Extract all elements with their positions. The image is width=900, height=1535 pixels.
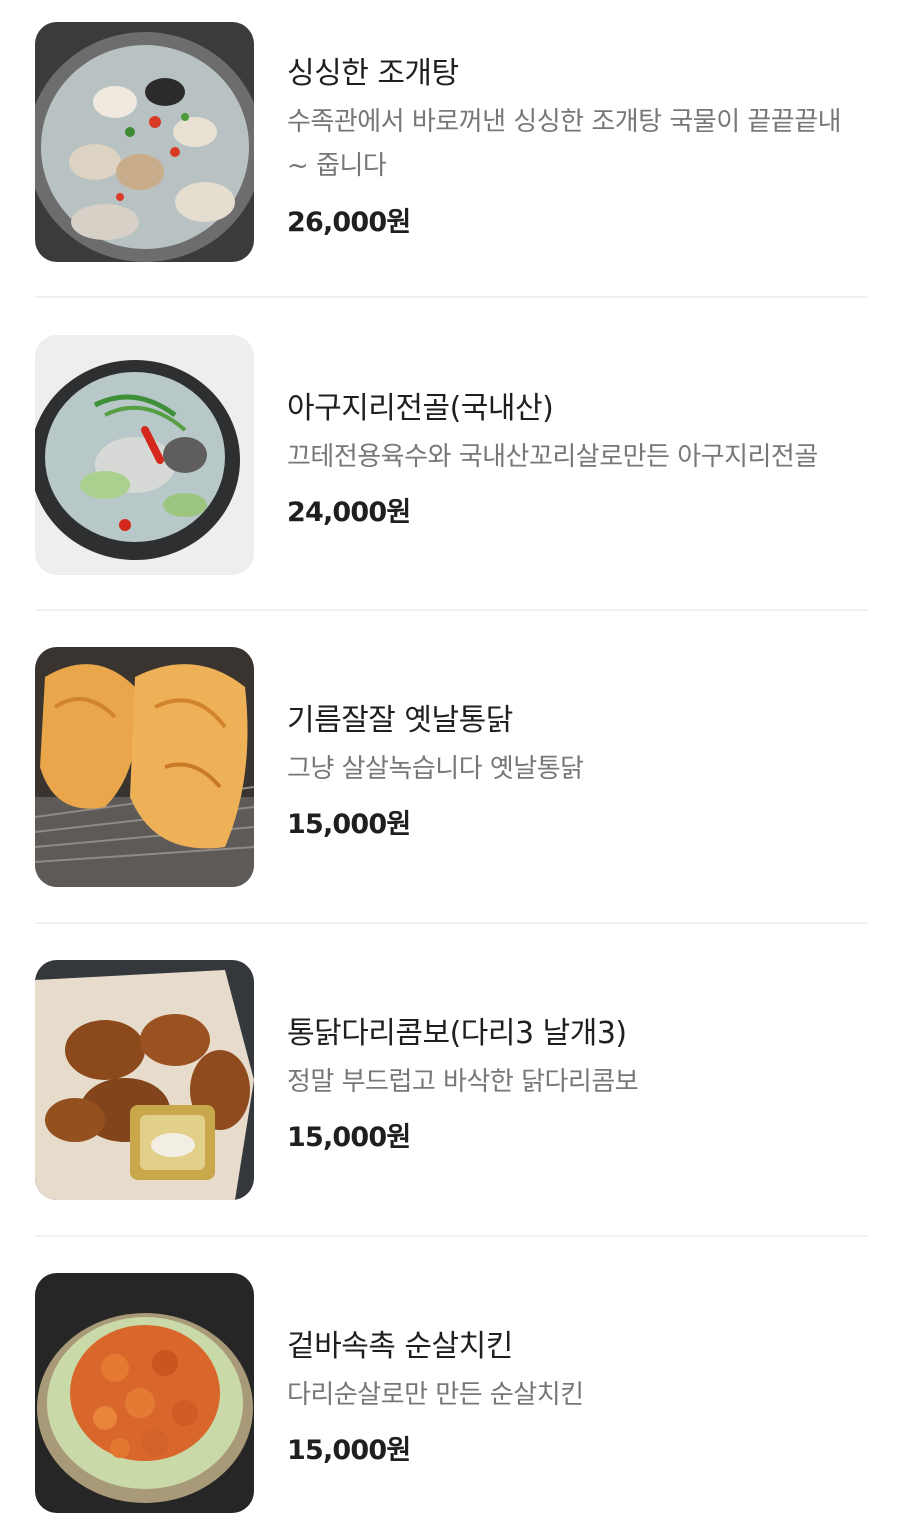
menu-item-description: 정말 부드럽고 바삭한 닭다리콤보	[287, 1067, 639, 1097]
menu-item-description: 그냥 살살녹습니다 옛날통닭	[287, 754, 584, 784]
menu-item-info: 통닭다리콤보(다리3 날개3) 정말 부드럽고 바삭한 닭다리콤보 15,000…	[287, 960, 867, 1200]
menu-item-description: 다리순살로만 만든 순살치킨	[287, 1380, 584, 1410]
boneless-chicken-photo	[35, 1273, 254, 1513]
menu-item-price: 26,000원	[287, 207, 411, 238]
monkfish-hotpot-photo	[35, 335, 254, 575]
menu-item-clam-soup[interactable]: 싱싱한 조개탕 수족관에서 바로꺼낸 싱싱한 조개탕 국물이 끝끝끝내~ 줍니다…	[35, 22, 867, 262]
divider	[35, 296, 867, 298]
menu-item-info: 겉바속촉 순살치킨 다리순살로만 만든 순살치킨 15,000원	[287, 1273, 867, 1513]
menu-item-description: 끄테전용육수와 국내산꼬리살로만든 아구지리전골	[287, 442, 818, 472]
clam-soup-photo	[35, 22, 254, 262]
menu-item-price: 24,000원	[287, 497, 411, 528]
menu-item-price: 15,000원	[287, 809, 411, 840]
menu-item-whole-fried-chicken[interactable]: 기름잘잘 옛날통닭 그냥 살살녹습니다 옛날통닭 15,000원	[35, 647, 867, 887]
whole-fried-chicken-photo	[35, 647, 254, 887]
divider	[35, 1235, 867, 1237]
menu-item-name: 통닭다리콤보(다리3 날개3)	[287, 1016, 627, 1051]
menu-item-price: 15,000원	[287, 1122, 411, 1153]
menu-item-name: 기름잘잘 옛날통닭	[287, 703, 513, 738]
menu-item-name: 싱싱한 조개탕	[287, 56, 459, 91]
divider	[35, 922, 867, 924]
menu-list: 싱싱한 조개탕 수족관에서 바로꺼낸 싱싱한 조개탕 국물이 끝끝끝내~ 줍니다…	[0, 0, 900, 1535]
menu-item-info: 싱싱한 조개탕 수족관에서 바로꺼낸 싱싱한 조개탕 국물이 끝끝끝내~ 줍니다…	[287, 22, 867, 262]
menu-item-description: 수족관에서 바로꺼낸 싱싱한 조개탕 국물이 끝끝끝내~ 줍니다	[287, 107, 842, 181]
menu-item-name: 겉바속촉 순살치킨	[287, 1329, 513, 1364]
menu-item-info: 기름잘잘 옛날통닭 그냥 살살녹습니다 옛날통닭 15,000원	[287, 647, 867, 887]
menu-item-drumstick-combo[interactable]: 통닭다리콤보(다리3 날개3) 정말 부드럽고 바삭한 닭다리콤보 15,000…	[35, 960, 867, 1200]
menu-item-boneless-chicken[interactable]: 겉바속촉 순살치킨 다리순살로만 만든 순살치킨 15,000원	[35, 1273, 867, 1513]
menu-item-info: 아구지리전골(국내산) 끄테전용육수와 국내산꼬리살로만든 아구지리전골 24,…	[287, 335, 867, 575]
divider	[35, 609, 867, 611]
drumstick-combo-photo	[35, 960, 254, 1200]
menu-item-name: 아구지리전골(국내산)	[287, 391, 554, 426]
menu-item-monkfish-hotpot[interactable]: 아구지리전골(국내산) 끄테전용육수와 국내산꼬리살로만든 아구지리전골 24,…	[35, 335, 867, 575]
menu-item-price: 15,000원	[287, 1435, 411, 1466]
